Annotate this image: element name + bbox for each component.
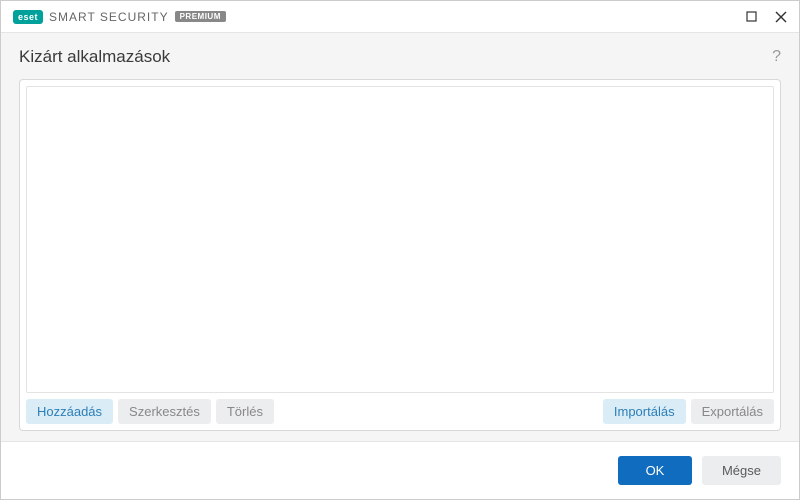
maximize-icon[interactable]	[745, 11, 757, 23]
help-icon[interactable]: ?	[772, 48, 781, 66]
action-group-right: Importálás Exportálás	[603, 399, 774, 424]
product-name: SMART SECURITY	[49, 10, 169, 24]
add-button[interactable]: Hozzáadás	[26, 399, 113, 424]
content-area: Kizárt alkalmazások ? Hozzáadás Szerkesz…	[1, 33, 799, 441]
edition-badge: PREMIUM	[175, 11, 226, 22]
window-controls	[745, 11, 787, 23]
content-header: Kizárt alkalmazások ?	[19, 47, 781, 67]
edit-button: Szerkesztés	[118, 399, 211, 424]
list-actions: Hozzáadás Szerkesztés Törlés Importálás …	[26, 399, 774, 424]
ok-button[interactable]: OK	[618, 456, 692, 485]
dialog-footer: OK Mégse	[1, 441, 799, 499]
page-title: Kizárt alkalmazások	[19, 47, 170, 67]
action-group-left: Hozzáadás Szerkesztés Törlés	[26, 399, 274, 424]
list-panel: Hozzáadás Szerkesztés Törlés Importálás …	[19, 79, 781, 431]
brand-logo: eset	[13, 10, 43, 24]
titlebar-left: eset SMART SECURITY PREMIUM	[13, 10, 226, 24]
excluded-applications-list[interactable]	[26, 86, 774, 393]
titlebar: eset SMART SECURITY PREMIUM	[1, 1, 799, 33]
cancel-button[interactable]: Mégse	[702, 456, 781, 485]
close-icon[interactable]	[775, 11, 787, 23]
import-button[interactable]: Importálás	[603, 399, 686, 424]
dialog-window: eset SMART SECURITY PREMIUM Kizárt alkal…	[0, 0, 800, 500]
delete-button: Törlés	[216, 399, 274, 424]
export-button[interactable]: Exportálás	[691, 399, 774, 424]
